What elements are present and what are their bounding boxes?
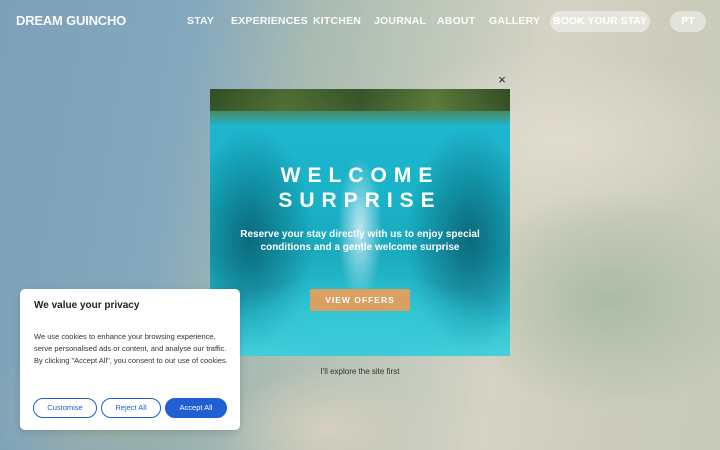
nav-link-kitchen[interactable]: KITCHEN bbox=[313, 15, 361, 27]
customise-button[interactable]: Customise bbox=[33, 398, 97, 418]
nav-link-journal[interactable]: JOURNAL bbox=[374, 15, 426, 27]
nav-link-about[interactable]: ABOUT bbox=[437, 15, 475, 27]
view-offers-button[interactable]: VIEW OFFERS bbox=[310, 289, 410, 311]
site-logo[interactable]: DREAM GUINCHO bbox=[16, 13, 126, 28]
welcome-popup: WELCOME SURPRISE Reserve your stay direc… bbox=[210, 89, 510, 356]
popup-title-line1: WELCOME bbox=[280, 164, 440, 187]
nav-link-stay[interactable]: STAY bbox=[187, 15, 214, 27]
popup-image-trees bbox=[210, 89, 510, 111]
reject-all-button[interactable]: Reject All bbox=[101, 398, 161, 418]
top-navigation: DREAM GUINCHO STAY EXPERIENCES KITCHEN J… bbox=[0, 0, 720, 42]
cookie-title: We value your privacy bbox=[34, 300, 140, 311]
nav-link-experiences[interactable]: EXPERIENCES bbox=[231, 15, 308, 27]
accept-all-button[interactable]: Accept All bbox=[165, 398, 227, 418]
cookie-consent-banner: We value your privacy We use cookies to … bbox=[20, 289, 240, 430]
popup-title-line2: SURPRISE bbox=[278, 189, 442, 212]
nav-link-gallery[interactable]: GALLERY bbox=[489, 15, 540, 27]
cookie-description: We use cookies to enhance your browsing … bbox=[34, 332, 228, 365]
close-icon[interactable]: × bbox=[496, 73, 508, 87]
popup-subtext: Reserve your stay directly with us to en… bbox=[240, 229, 480, 253]
book-your-stay-button[interactable]: BOOK YOUR STAY bbox=[550, 11, 650, 32]
language-switch-button[interactable]: PT bbox=[670, 11, 706, 32]
explore-site-link[interactable]: I'll explore the site first bbox=[210, 367, 510, 376]
